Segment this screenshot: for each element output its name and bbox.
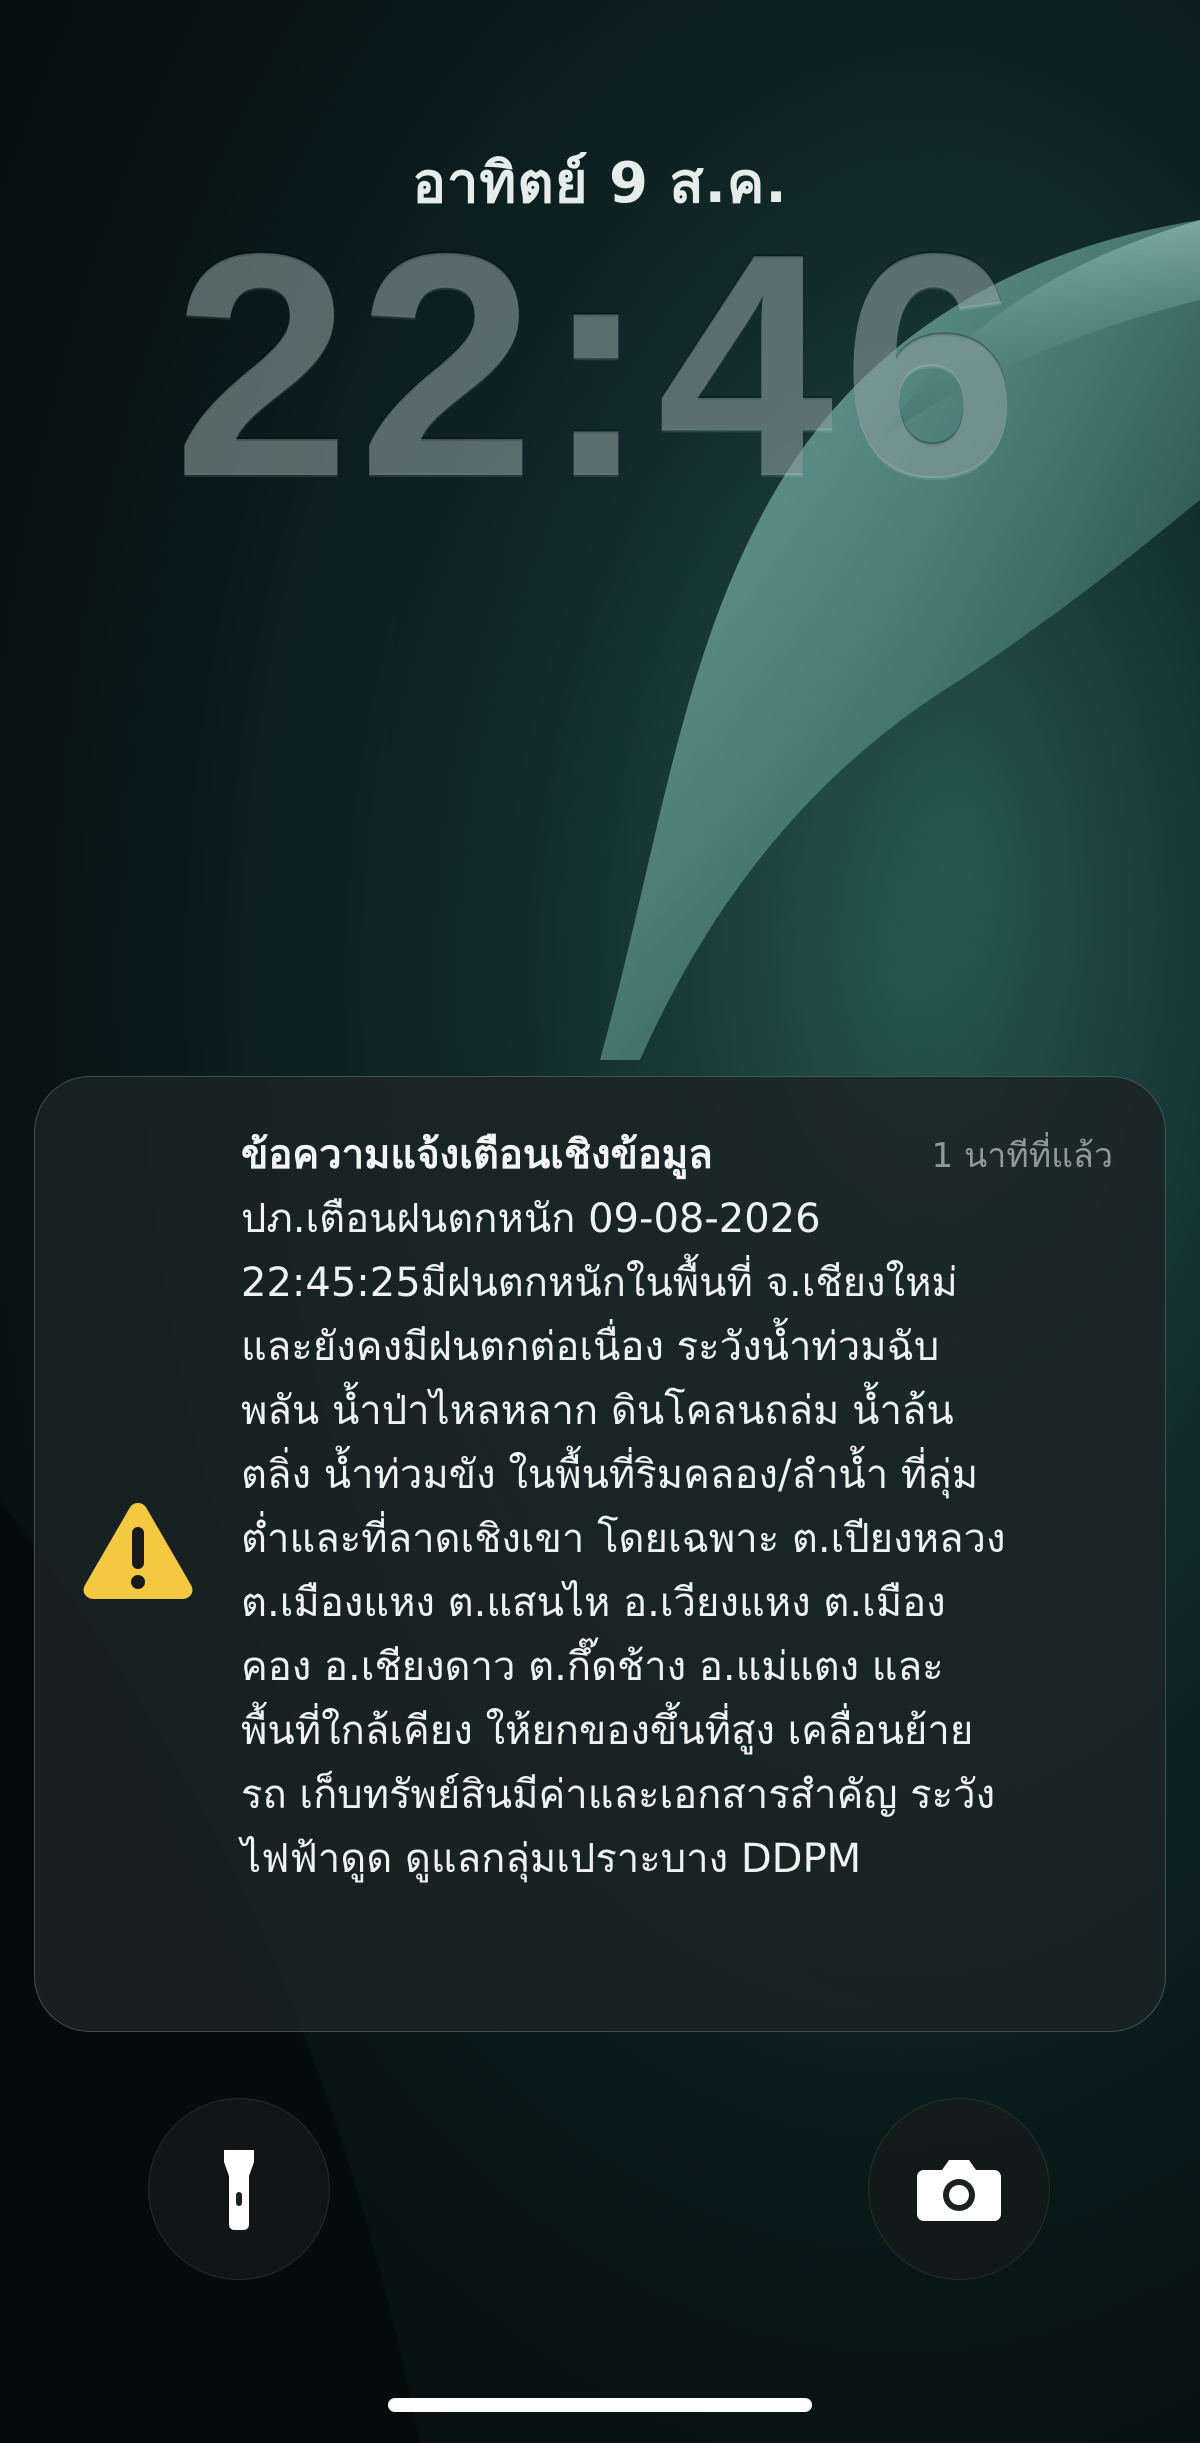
notification-body: ปภ.เตือนฝนตกหนัก 09-08-2026 22:45:25มีฝน… <box>241 1196 1006 1882</box>
warning-triangle-icon <box>79 1497 197 1601</box>
flashlight-button[interactable] <box>148 2098 330 2280</box>
notification-timestamp: 1 นาทีที่แล้ว <box>931 1136 1113 1176</box>
camera-button[interactable] <box>868 2098 1050 2280</box>
lock-screen: อาทิตย์ 9 ส.ค. 22:46 ข้อความแจ้งเตือนเชิ… <box>0 0 1200 2443</box>
home-indicator[interactable] <box>388 2398 812 2412</box>
camera-icon <box>917 2160 1001 2221</box>
emergency-alert-notification[interactable]: ข้อความแจ้งเตือนเชิงข้อมูล 1 นาทีที่แล้ว… <box>34 1076 1166 2032</box>
flashlight-icon <box>224 2150 254 2230</box>
lock-screen-clock: 22:46 <box>173 188 1027 543</box>
notification-title: ข้อความแจ้งเตือนเชิงข้อมูล <box>241 1132 713 1178</box>
